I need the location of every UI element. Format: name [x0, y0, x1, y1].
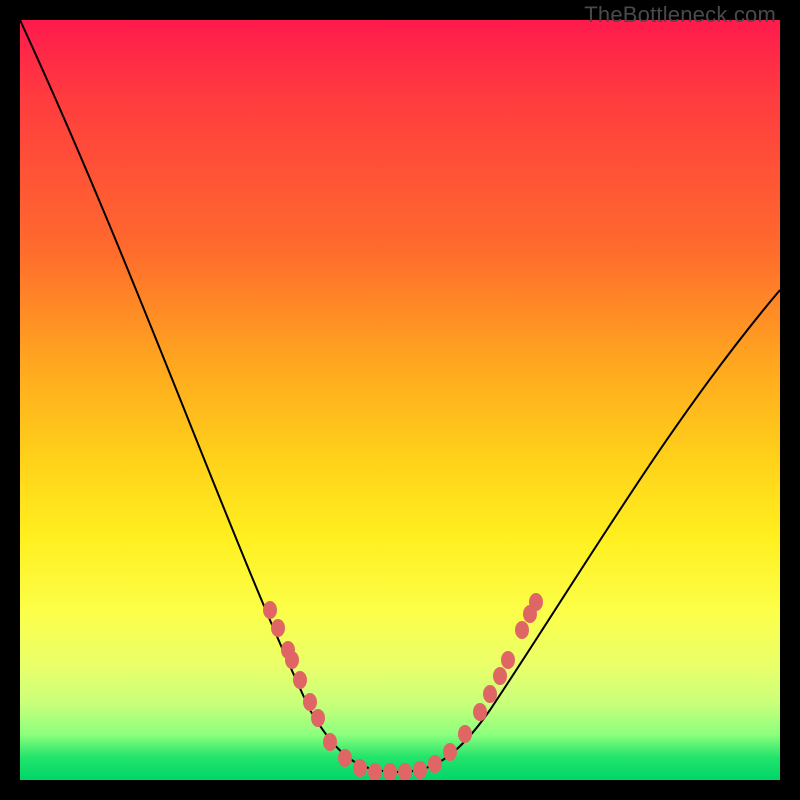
- data-marker: [263, 601, 277, 619]
- data-marker: [529, 593, 543, 611]
- data-marker: [458, 725, 472, 743]
- data-marker: [293, 671, 307, 689]
- data-marker: [493, 667, 507, 685]
- watermark-text: TheBottleneck.com: [584, 2, 776, 28]
- data-marker: [383, 763, 397, 780]
- data-marker: [428, 755, 442, 773]
- data-marker: [501, 651, 515, 669]
- data-marker: [483, 685, 497, 703]
- bottleneck-chart: [20, 20, 780, 780]
- data-marker: [353, 759, 367, 777]
- data-marker: [285, 651, 299, 669]
- data-marker: [303, 693, 317, 711]
- data-marker: [368, 763, 382, 780]
- data-marker: [323, 733, 337, 751]
- data-marker: [413, 761, 427, 779]
- data-marker: [398, 763, 412, 780]
- data-marker: [338, 749, 352, 767]
- data-marker: [473, 703, 487, 721]
- chart-frame: [20, 20, 780, 780]
- data-marker: [311, 709, 325, 727]
- data-marker: [515, 621, 529, 639]
- bottleneck-curve-path: [20, 20, 780, 772]
- data-marker: [443, 743, 457, 761]
- data-marker: [271, 619, 285, 637]
- marker-layer: [263, 593, 543, 780]
